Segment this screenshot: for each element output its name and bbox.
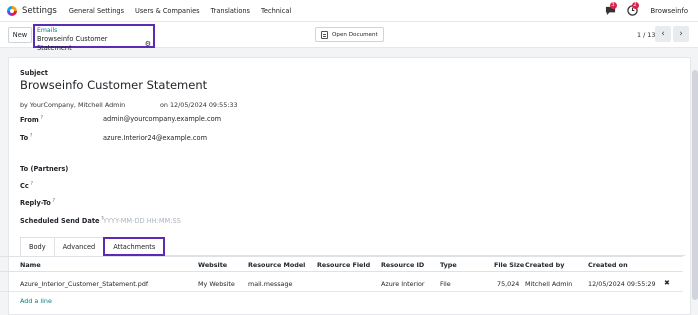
cell-name: Azure_Interior_Customer_Statement.pdf: [20, 280, 149, 288]
activities-button[interactable]: 2: [626, 2, 639, 16]
cell-resource-id: Azure Interior: [381, 280, 425, 288]
cell-file-size: 75,024: [497, 280, 520, 288]
cell-website: My Website: [198, 280, 235, 288]
cell-created-by: Mitchell Admin: [525, 280, 573, 288]
table-header: Name Website Resource Model Resource Fie…: [0, 256, 683, 272]
pager-next-button[interactable]: ›: [673, 26, 689, 42]
column-header-created-on[interactable]: Created on: [588, 261, 628, 269]
to-partners-label: To (Partners): [20, 165, 69, 173]
cell-created-on: 12/05/2024 09:55:29: [588, 280, 656, 288]
activities-count-badge: 2: [631, 2, 639, 9]
column-header-website[interactable]: Website: [198, 261, 227, 269]
breadcrumb-current-label: Browseinfo Customer Statement: [37, 35, 108, 52]
menu-users-companies[interactable]: Users & Companies: [135, 7, 200, 15]
column-header-created-by[interactable]: Created by: [525, 261, 564, 269]
cell-type: File: [440, 280, 451, 288]
scheduled-send-date-field[interactable]: YYYY-MM-DD HH:MM:SS: [103, 217, 181, 225]
column-header-name[interactable]: Name: [20, 261, 41, 269]
tab-advanced[interactable]: Advanced: [53, 237, 105, 256]
company-switcher[interactable]: Browseinfo: [651, 7, 689, 15]
chevron-right-icon: ›: [679, 29, 683, 39]
author-text: by YourCompany, Mitchell Admin: [20, 101, 126, 109]
column-header-resource-id[interactable]: Resource ID: [381, 261, 424, 269]
add-line-link[interactable]: Add a line: [20, 297, 52, 305]
column-header-type[interactable]: Type: [440, 261, 457, 269]
tab-attachments[interactable]: Attachments: [103, 237, 166, 256]
delete-row-icon[interactable]: ✖: [664, 279, 670, 287]
navbar-systray: 3 2 Browseinfo: [605, 2, 689, 16]
gear-icon[interactable]: ⚙: [145, 40, 151, 49]
app-menu-logo-icon[interactable]: [7, 5, 17, 16]
messages-count-badge: 3: [609, 2, 617, 9]
pager-previous-button[interactable]: ‹: [655, 26, 671, 42]
breadcrumb-current: Browseinfo Customer Statement ⚙: [37, 35, 151, 53]
menu-technical[interactable]: Technical: [261, 7, 291, 15]
breadcrumb-parent-link[interactable]: Emails: [37, 27, 151, 35]
control-panel: New Emails Browseinfo Customer Statement…: [0, 22, 698, 52]
pager-value[interactable]: 1 / 13: [637, 31, 655, 39]
column-header-resource-model[interactable]: Resource Model: [248, 261, 305, 269]
messages-button[interactable]: 3: [605, 2, 617, 16]
tab-body[interactable]: Body: [20, 237, 55, 256]
breadcrumb: Emails Browseinfo Customer Statement ⚙: [33, 24, 155, 52]
subject-label: Subject: [20, 69, 48, 77]
menu-translations[interactable]: Translations: [211, 7, 250, 15]
subject-field[interactable]: Browseinfo Customer Statement: [20, 78, 207, 92]
open-document-label: Open Document: [332, 31, 378, 38]
to-field[interactable]: azure.Interior24@example.com: [103, 134, 207, 142]
cell-resource-model: mail.message: [248, 280, 293, 288]
top-navbar: Settings General Settings Users & Compan…: [0, 0, 698, 22]
column-header-file-size[interactable]: File Size: [494, 261, 524, 269]
table-row[interactable]: Azure_Interior_Customer_Statement.pdf My…: [0, 276, 683, 292]
open-document-button[interactable]: Open Document: [315, 27, 384, 42]
date-text: on 12/05/2024 09:55:33: [160, 101, 238, 109]
reply-to-label: Reply-To ?: [20, 198, 55, 208]
scheduled-send-date-label: Scheduled Send Date ?: [20, 216, 104, 226]
vertical-scrollbar[interactable]: [692, 70, 698, 300]
chevron-left-icon: ‹: [661, 29, 665, 39]
cc-label: Cc ?: [20, 181, 33, 191]
new-button[interactable]: New: [8, 27, 32, 43]
column-header-resource-field[interactable]: Resource Field: [317, 261, 370, 269]
app-name[interactable]: Settings: [22, 6, 57, 16]
menu-general-settings[interactable]: General Settings: [69, 7, 124, 15]
from-field[interactable]: admin@yourcompany.example.com: [103, 115, 221, 123]
to-label: To ?: [20, 133, 33, 143]
document-icon: [321, 30, 328, 39]
from-label: From ?: [20, 115, 43, 125]
notebook-tabs: Body Advanced Attachments: [20, 237, 685, 256]
